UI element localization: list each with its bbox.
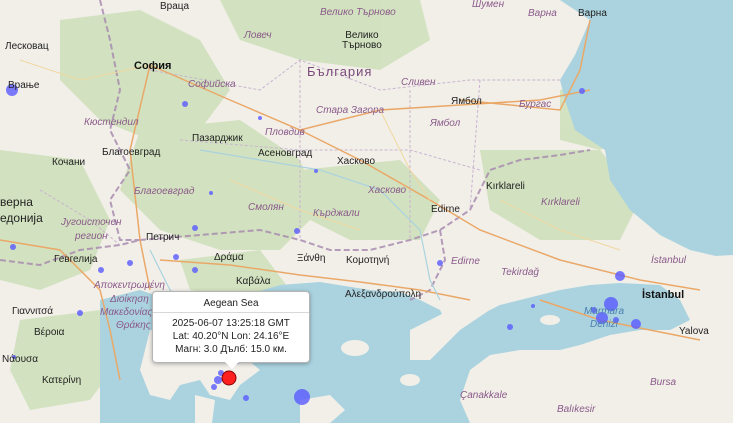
label-drama: Δράμα — [214, 252, 244, 263]
label-vratsa: Враца — [160, 1, 190, 12]
label-istanbul: İstanbul — [642, 289, 685, 301]
label-komotini: Κομοτηνή — [346, 255, 390, 266]
label-xanthi: Ξάνθη — [297, 253, 326, 264]
label-katerini: Κατερίνη — [42, 375, 82, 386]
label-veliko-tarnovo-region: Велико Търново — [320, 7, 396, 18]
label-burgas: Бургас — [519, 99, 552, 110]
label-yugoistochen: Југоисточен — [61, 217, 122, 228]
label-vranje: Врање — [8, 80, 40, 91]
popup-title: Aegean Sea — [203, 298, 259, 309]
label-yambol: Ямбол — [451, 96, 482, 107]
label-smolyan: Смолян — [248, 202, 284, 213]
popup-divider — [153, 312, 309, 313]
label-sofiyska: Софийска — [188, 79, 236, 90]
label-blagoevgrad-region: Благоевград — [134, 186, 195, 197]
label-veroia: Βέροια — [34, 327, 65, 338]
label-thrakis: Θράκης — [116, 320, 151, 331]
label-lovech: Ловеч — [244, 30, 272, 41]
label-yambol-region: Ямбол — [430, 118, 461, 129]
label-region: регион — [75, 231, 108, 242]
label-haskovo-region: Хасково — [368, 185, 407, 196]
label-balikesir: Balıkesir — [557, 404, 596, 415]
label-edirne: Edirne — [431, 204, 460, 215]
popup-tip — [225, 362, 239, 369]
label-asenovgrad: Асеновград — [258, 148, 313, 159]
label-istanbul-region: İstanbul — [651, 255, 687, 266]
popup-details: Магн: 3.0 Дълб: 15.0 км. — [175, 344, 287, 355]
label-sofia: София — [134, 60, 172, 72]
label-kyustendil: Кюстендил — [84, 117, 139, 128]
selected-event-marker — [221, 370, 237, 386]
label-varna-region: Варна — [528, 8, 557, 19]
label-alexandroupoli: Αλεξανδρούπολη — [345, 289, 422, 300]
label-blagoevgrad: Благоевград — [102, 147, 161, 158]
label-kardzhali: Кърджали — [313, 208, 360, 219]
label-veliko-tarnovo: Велико Търново — [342, 30, 382, 51]
label-naousa: Νάουσα — [2, 354, 38, 365]
label-canakkale: Çanakkale — [460, 390, 508, 401]
label-petrich: Петрич — [146, 232, 180, 243]
label-dioikisi: Διοίκηση — [110, 294, 149, 305]
label-edirne-region: Edirne — [451, 256, 480, 267]
label-pazardzhik: Пазарджик — [192, 133, 243, 144]
event-popup: Aegean Sea 2025-06-07 13:25:18 GMT Lat: … — [152, 291, 310, 369]
label-gevgelija: Гевгелија — [54, 254, 98, 265]
label-kirklareli: Kırklareli — [486, 181, 525, 192]
label-marmara: Marmara — [584, 306, 625, 317]
label-sliven: Сливен — [401, 77, 436, 88]
label-bursa: Bursa — [650, 377, 677, 388]
label-bulgaria: България — [307, 64, 373, 79]
label-leskovac: Лесковац — [5, 41, 49, 52]
map-view[interactable]: Враца Велико Търново Шумен Варна Варна Л… — [0, 0, 733, 423]
label-haskovo: Хасково — [337, 156, 376, 167]
label-giannitsa: Γιαννιτσά — [12, 306, 54, 317]
label-plovdiv: Пловдив — [265, 127, 305, 138]
label-kirklareli-region: Kırklareli — [541, 197, 580, 208]
label-kavala: Καβάλα — [236, 276, 271, 287]
popup-coords: Lat: 40.20°N Lon: 24.16°E — [172, 331, 290, 342]
label-yalova: Yalova — [679, 326, 709, 337]
label-makedonia: Μακεδονίας — [100, 307, 153, 318]
label-kochani: Кочани — [52, 157, 86, 168]
label-varna: Варна — [578, 8, 607, 19]
label-apokentromeni: Αποκεντρωμένη — [94, 280, 165, 291]
label-edonia: едонија — [0, 211, 43, 225]
popup-time: 2025-06-07 13:25:18 GMT — [172, 318, 290, 329]
label-tekirdag: Tekirdağ — [501, 267, 539, 278]
label-shumen: Шумен — [472, 0, 505, 10]
label-verna: верна — [0, 195, 33, 209]
label-stara-zagora: Стара Загора — [316, 105, 385, 116]
label-denizi: Denizi — [590, 319, 618, 330]
